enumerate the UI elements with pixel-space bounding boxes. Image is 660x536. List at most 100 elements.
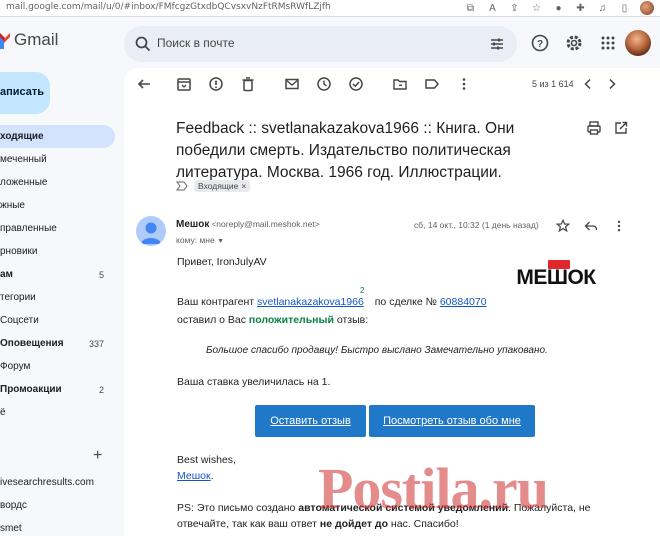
search-icon[interactable] (134, 35, 152, 53)
sidebar-item-categories[interactable]: тегории (0, 286, 115, 309)
sidebar-item-drafts[interactable]: рновики (0, 240, 115, 263)
contact-prefix: Ваш контрагент (177, 296, 257, 308)
newer-chevron-left-icon[interactable] (580, 76, 596, 92)
extension-circle-icon[interactable]: ● (552, 2, 565, 15)
logo-wordmark: МЕШОК (516, 266, 596, 288)
browser-profile-avatar[interactable] (640, 1, 654, 15)
label-chip-inbox[interactable]: Входящие × (194, 180, 251, 192)
older-chevron-right-icon[interactable] (604, 76, 620, 92)
gmail-logo[interactable]: Gmail (0, 30, 58, 50)
ps-prefix: PS: Это письмо создано (177, 502, 299, 514)
rating-positive: положительный (248, 314, 334, 326)
sidebar-item-label: рновики (0, 246, 38, 257)
search-input[interactable]: Поиск в почте (157, 36, 235, 50)
recipient-dropdown-icon[interactable]: ▼ (217, 238, 224, 245)
closing: Best wishes, (177, 454, 236, 466)
account-avatar[interactable] (625, 30, 651, 56)
label-tag-icon[interactable] (424, 76, 440, 92)
browser-address-bar[interactable]: mail.google.com/mail/u/0/#inbox/FMfcgzGt… (0, 0, 660, 17)
pagination-text: 5 из 1 614 (532, 79, 574, 89)
svg-text:?: ? (537, 39, 543, 50)
signature-link[interactable]: Мешок (177, 470, 211, 482)
sender-email: <noreply@mail.meshok.net> (211, 219, 320, 229)
compose-button[interactable]: аписать (0, 72, 50, 114)
recipient-details[interactable]: кому: мне ▼ (176, 235, 224, 245)
sidebar-item-label: ходящие (0, 131, 44, 142)
view-review-button[interactable]: Посмотреть отзыв обо мне (369, 405, 535, 437)
contact-link[interactable]: svetlanakazakova1966 (257, 296, 364, 308)
sidebar-item-starred[interactable]: меченный (0, 148, 115, 171)
sidebar-item-label: жные (0, 200, 25, 211)
add-to-tasks-icon[interactable] (348, 76, 364, 92)
contact-rating: 2 (360, 286, 365, 295)
extensions-puzzle-icon[interactable]: ✚ (574, 2, 587, 15)
subject-actions (586, 120, 629, 136)
url-text[interactable]: mail.google.com/mail/u/0/#inbox/FMfcgzGt… (6, 2, 331, 12)
sidebar-item-label: Форум (0, 361, 31, 372)
mark-unread-mail-icon[interactable] (284, 76, 300, 92)
archive-icon[interactable] (176, 76, 192, 92)
ps2-prefix: отвечайте, так как ваш ответ (177, 518, 320, 530)
sidebar-label-item[interactable]: smet (0, 523, 22, 534)
sender-info: Мешок <noreply@mail.meshok.net> (176, 219, 320, 230)
sender-name[interactable]: Мешок (176, 219, 209, 230)
sidebar-item-spam[interactable]: ам 5 (0, 263, 115, 286)
watermark: Postila.ru (318, 456, 549, 521)
leave-review-button[interactable]: Оставить отзыв (255, 405, 366, 437)
open-in-app-icon[interactable]: ⧉ (464, 2, 477, 15)
print-icon[interactable] (586, 120, 602, 136)
open-new-window-icon[interactable] (613, 120, 629, 136)
snooze-clock-icon[interactable] (316, 76, 332, 92)
bookmark-star-icon[interactable]: ☆ (530, 2, 543, 15)
help-icon[interactable]: ? (530, 33, 550, 53)
importance-marker-icon[interactable] (176, 181, 188, 191)
left-suffix: отзыв: (333, 314, 369, 326)
side-panel-icon[interactable]: ▯ (618, 2, 631, 15)
sidebar-item-sent[interactable]: правленные (0, 217, 115, 240)
sidebar-item-social[interactable]: Соцсети (0, 309, 115, 332)
search-options-icon[interactable] (489, 36, 505, 52)
sidebar-item-more[interactable]: ё (0, 401, 115, 424)
sidebar-item-label: Промоакции (0, 384, 62, 395)
email-date: сб, 14 окт., 10:32 (1 день назад) (414, 220, 539, 230)
sidebar-item-count: 2 (98, 384, 104, 395)
email-labels: Входящие × (176, 180, 251, 192)
sidebar-item-promotions[interactable]: Промоакции 2 (0, 378, 115, 401)
report-spam-icon[interactable] (208, 76, 224, 92)
contact-line: Ваш контрагент svetlanakazakova1966 по с… (177, 296, 487, 308)
delete-trash-icon[interactable] (240, 76, 256, 92)
greeting: Привет, IronJulyAV (177, 256, 267, 268)
sidebar-item-inbox[interactable]: ходящие (0, 125, 115, 148)
sidebar-label-item[interactable]: вордс (0, 500, 27, 511)
search-bar[interactable]: Поиск в почте (124, 26, 517, 62)
apps-grid-icon[interactable] (598, 33, 618, 53)
add-label-icon[interactable]: + (93, 447, 102, 465)
translate-icon[interactable]: A (486, 2, 499, 15)
back-arrow-icon[interactable] (136, 76, 152, 92)
sidebar-item-label: меченный (0, 154, 47, 165)
label-chip-text: Входящие (198, 181, 239, 191)
reply-icon[interactable] (584, 219, 598, 233)
sidebar-item-updates[interactable]: Оповещения 337 (0, 332, 115, 355)
deal-link[interactable]: 60884070 (440, 296, 487, 308)
share-icon[interactable]: ⇪ (508, 2, 521, 15)
remove-label-icon[interactable]: × (241, 181, 246, 191)
sidebar-item-forums[interactable]: Форум (0, 355, 115, 378)
sidebar-item-label: Соцсети (0, 315, 39, 326)
settings-gear-icon[interactable] (564, 33, 584, 53)
media-icon[interactable]: ♫ (596, 2, 609, 15)
person-icon (141, 222, 161, 244)
sidebar-item-label: ложенные (0, 177, 48, 188)
sidebar-item-snoozed[interactable]: ложенные (0, 171, 115, 194)
feedback-line: оставил о Вас положительный отзыв: (177, 314, 368, 326)
meshok-logo[interactable]: МЕШОК (502, 258, 610, 288)
sidebar-label-item[interactable]: ivesearchresults.com (0, 477, 94, 488)
more-options-icon[interactable] (612, 219, 626, 233)
move-to-folder-icon[interactable] (392, 76, 408, 92)
gmail-m-icon (0, 33, 10, 49)
sidebar-item-important[interactable]: жные (0, 194, 115, 217)
sender-avatar[interactable] (136, 216, 166, 246)
browser-toolbar-icons: ⧉ A ⇪ ☆ ● ✚ ♫ ▯ (464, 1, 654, 15)
more-vertical-icon[interactable] (456, 76, 472, 92)
star-icon[interactable] (556, 219, 570, 233)
